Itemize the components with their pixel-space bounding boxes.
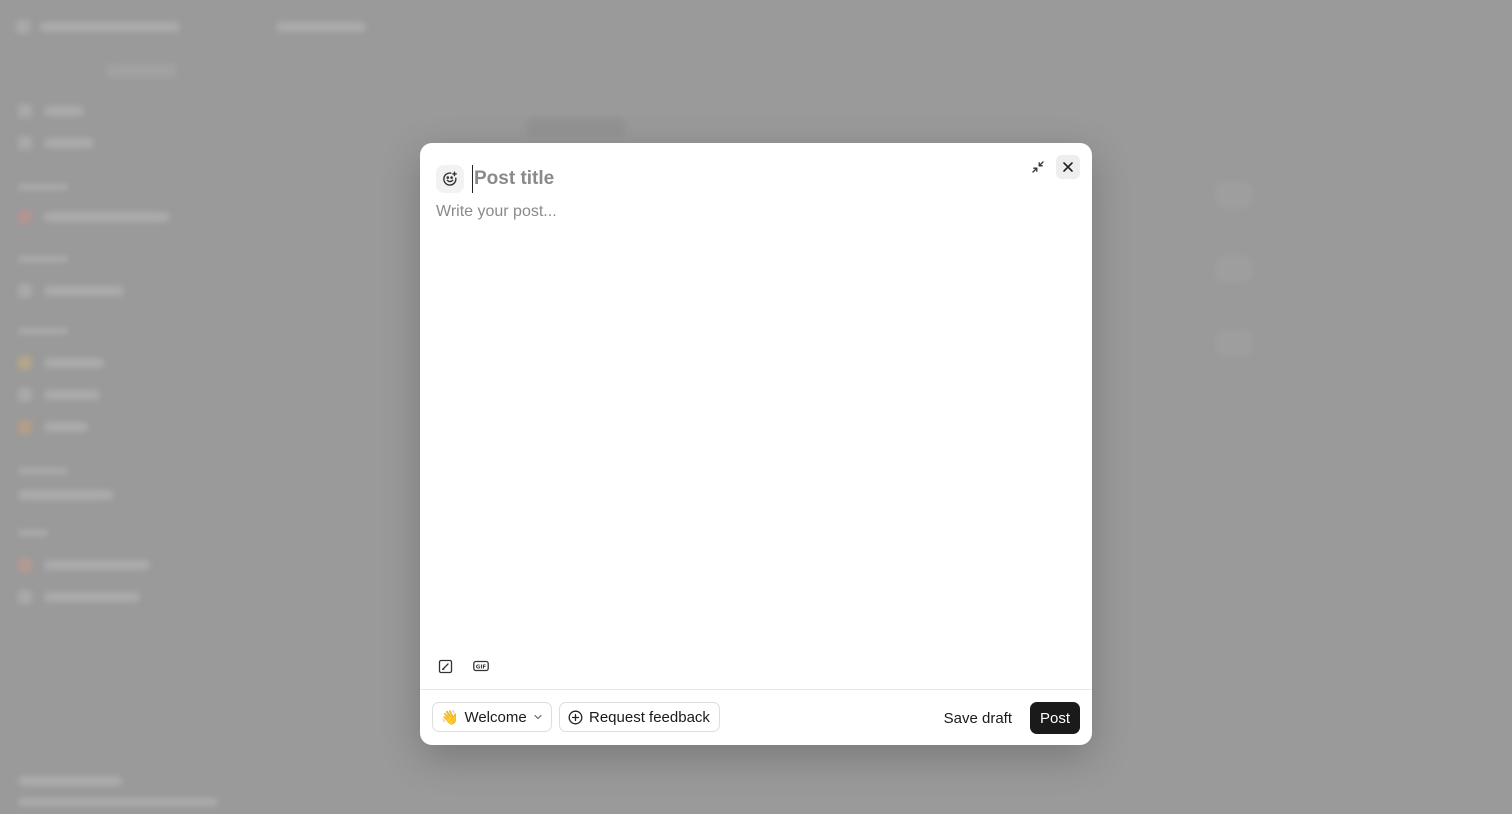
chevron-down-icon: [534, 714, 542, 720]
channel-select[interactable]: 👋 Welcome: [432, 702, 552, 732]
channel-label: Welcome: [464, 708, 527, 726]
canvas-button[interactable]: [434, 655, 456, 677]
composer-toolbar: GIF: [434, 655, 492, 677]
request-feedback-button[interactable]: Request feedback: [559, 702, 720, 732]
post-composer-modal: GIF 👋 Welcome Request feedback Save draf…: [420, 143, 1092, 745]
plus-circle-icon: [568, 710, 583, 724]
add-emoji-button[interactable]: [436, 165, 464, 193]
composer-header: [436, 155, 1080, 193]
background-breadcrumb: [276, 22, 366, 32]
save-draft-button[interactable]: Save draft: [934, 702, 1022, 734]
request-feedback-label: Request feedback: [589, 708, 710, 726]
post-body-input[interactable]: [436, 203, 1076, 633]
composer-footer: 👋 Welcome Request feedback Save draft Po…: [420, 689, 1092, 745]
background-title: [526, 117, 626, 137]
emoji-add-icon: [443, 171, 457, 186]
gif-icon: GIF: [473, 660, 489, 672]
minimize-icon: [1032, 161, 1044, 173]
close-button[interactable]: [1056, 155, 1080, 179]
post-title-input[interactable]: [472, 165, 994, 193]
channel-emoji: 👋: [441, 708, 459, 725]
gif-button[interactable]: GIF: [470, 655, 492, 677]
post-button[interactable]: Post: [1030, 702, 1080, 734]
svg-text:GIF: GIF: [476, 665, 487, 671]
close-icon: [1063, 162, 1073, 172]
background-sidebar: [0, 0, 258, 814]
minimize-button[interactable]: [1026, 155, 1050, 179]
pencil-square-icon: [438, 659, 452, 673]
header-actions: [1026, 155, 1080, 179]
